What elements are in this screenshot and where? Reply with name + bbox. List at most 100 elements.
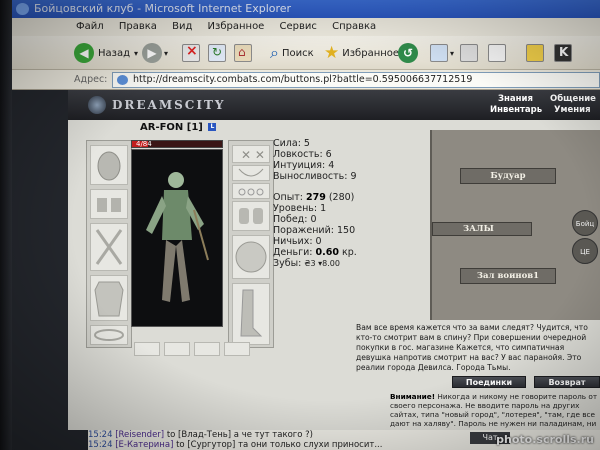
nav-skills[interactable]: Умения bbox=[554, 105, 591, 115]
print-button[interactable] bbox=[460, 40, 478, 66]
sword-icon bbox=[95, 229, 123, 265]
gloves-slot[interactable] bbox=[232, 201, 270, 231]
edit-button[interactable] bbox=[488, 40, 506, 66]
character-nick: AR-FON bbox=[140, 122, 184, 133]
forward-dropdown-icon[interactable]: ▾ bbox=[164, 49, 168, 58]
media-button[interactable]: ↺ bbox=[398, 40, 418, 66]
back-button[interactable]: ◀ Назад ▾ bbox=[74, 40, 138, 66]
notes-icon bbox=[526, 44, 544, 62]
necklace-slot[interactable] bbox=[232, 165, 270, 181]
menu-file[interactable]: Файл bbox=[76, 21, 104, 32]
boots-slot[interactable] bbox=[232, 283, 270, 345]
map-halls[interactable]: ЗАЛЫ bbox=[432, 222, 532, 236]
notes-button[interactable] bbox=[526, 40, 544, 66]
search-button[interactable]: ⌕ Поиск bbox=[270, 40, 314, 66]
mail-dropdown-icon[interactable]: ▾ bbox=[450, 49, 454, 58]
messenger-button[interactable]: K bbox=[554, 40, 572, 66]
money-unit: кр. bbox=[341, 247, 357, 258]
address-url: http://dreamscity.combats.com/buttons.pl… bbox=[133, 74, 473, 85]
search-icon: ⌕ bbox=[270, 43, 279, 62]
character-portrait[interactable] bbox=[131, 149, 223, 327]
chat-text: to [Сургутор] та они только слухи принос… bbox=[173, 440, 383, 450]
printer-icon bbox=[460, 44, 478, 62]
flavor-text: Вам все время кажется что за вами следят… bbox=[356, 323, 588, 372]
armor-slot[interactable] bbox=[90, 275, 128, 321]
address-input[interactable]: http://dreamscity.combats.com/buttons.pl… bbox=[112, 72, 600, 88]
monitor-screen: Бойцовский клуб - Microsoft Internet Exp… bbox=[0, 0, 600, 450]
shield-slot[interactable] bbox=[232, 235, 270, 279]
fights-button[interactable]: Поединки bbox=[452, 376, 526, 388]
inventory-quick-slots bbox=[134, 342, 250, 356]
menu-view[interactable]: Вид bbox=[172, 21, 192, 32]
helmet-slot[interactable] bbox=[90, 145, 128, 185]
hp-value: 4/84 bbox=[136, 140, 152, 148]
stat-experience: Опыт: 279 (280) bbox=[273, 192, 357, 203]
notice-bold: Внимание! bbox=[390, 392, 436, 401]
stat-agility: Ловкость: 6 bbox=[273, 149, 332, 160]
weapon-slot[interactable] bbox=[90, 223, 128, 271]
map-center-circle[interactable]: ЦЕ bbox=[572, 238, 598, 264]
home-button[interactable]: ⌂ bbox=[234, 40, 252, 66]
nav-communication[interactable]: Общение bbox=[550, 94, 596, 104]
belt-slot[interactable] bbox=[90, 325, 128, 345]
nav-inventory[interactable]: Инвентарь bbox=[490, 105, 542, 115]
teeth-label: Зубы: bbox=[273, 258, 302, 269]
exp-next: (280) bbox=[328, 192, 355, 203]
quick-slot-2[interactable] bbox=[164, 342, 190, 356]
quick-slot-1[interactable] bbox=[134, 342, 160, 356]
forward-button[interactable]: ▶ ▾ bbox=[142, 40, 168, 66]
left-equipment-column bbox=[86, 140, 132, 348]
earrings-slot[interactable]: ✕ ✕ bbox=[232, 145, 270, 163]
browser-toolbar: ◀ Назад ▾ ▶ ▾ × ↻ ⌂ ⌕ Поиск ★ Избранное … bbox=[12, 36, 600, 70]
stat-endurance: Выносливость: 9 bbox=[273, 171, 357, 182]
back-dropdown-icon[interactable]: ▾ bbox=[134, 49, 138, 58]
chat-nick[interactable]: [Reisender] bbox=[115, 430, 164, 440]
stop-button[interactable]: × bbox=[182, 40, 200, 66]
stat-teeth: Зубы: ₴3 ▾8.00 bbox=[273, 258, 357, 269]
stat-money: Деньги: 0.60 кр. bbox=[273, 247, 357, 258]
warrior-figure-icon bbox=[146, 172, 209, 302]
armor-icon bbox=[94, 281, 124, 317]
earrings-icon: ✕ ✕ bbox=[241, 148, 265, 162]
menu-favorites[interactable]: Избранное bbox=[208, 21, 265, 32]
quick-slot-3[interactable] bbox=[194, 342, 220, 356]
logo-emblem-icon bbox=[88, 96, 106, 114]
rings-slot[interactable] bbox=[232, 183, 270, 199]
info-badge-icon[interactable]: L bbox=[208, 123, 217, 131]
character-name[interactable]: AR-FON [1] L bbox=[140, 122, 217, 133]
chat-nick[interactable]: [E-Катерина] bbox=[115, 440, 173, 450]
chat-time: 15:24 bbox=[88, 440, 113, 450]
bracers-icon bbox=[97, 198, 121, 212]
nav-knowledge[interactable]: Знания bbox=[498, 94, 533, 104]
password-notice: Внимание! Никогда и никому не говорите п… bbox=[390, 392, 600, 430]
mail-button[interactable]: ▾ bbox=[430, 40, 454, 66]
window-title: Бойцовский клуб - Microsoft Internet Exp… bbox=[34, 2, 292, 15]
menu-tools[interactable]: Сервис bbox=[280, 21, 317, 32]
favorites-button[interactable]: ★ Избранное bbox=[324, 40, 399, 66]
hp-bar: 4/84 bbox=[131, 140, 223, 148]
menu-help[interactable]: Справка bbox=[332, 21, 376, 32]
logo-text: DREAMSCITY bbox=[112, 98, 226, 112]
page-icon bbox=[117, 75, 128, 85]
return-button[interactable]: Возврат bbox=[534, 376, 600, 388]
back-arrow-icon: ◀ bbox=[74, 43, 94, 63]
game-logo: DREAMSCITY bbox=[88, 95, 225, 115]
media-icon: ↺ bbox=[398, 43, 418, 63]
quick-slot-4[interactable] bbox=[224, 342, 250, 356]
svg-text:✕ ✕: ✕ ✕ bbox=[241, 148, 265, 162]
stat-level: Уровень: 1 bbox=[273, 203, 327, 214]
teeth-value: ₴3 ▾8.00 bbox=[304, 259, 340, 268]
map-budoar[interactable]: Будуар bbox=[460, 168, 556, 184]
bracers-slot[interactable] bbox=[90, 189, 128, 219]
belt-icon bbox=[94, 329, 124, 341]
map-warrior-hall[interactable]: Зал воинов1 bbox=[460, 268, 556, 284]
right-equipment-column: ✕ ✕ bbox=[228, 140, 274, 348]
game-page: DREAMSCITY Знания Общение Инвентарь Умен… bbox=[68, 90, 600, 430]
ie-logo-icon bbox=[16, 3, 29, 15]
map-fight-circle[interactable]: Бойц bbox=[572, 210, 598, 236]
menu-edit[interactable]: Правка bbox=[119, 21, 157, 32]
refresh-button[interactable]: ↻ bbox=[208, 40, 226, 66]
necklace-icon bbox=[238, 168, 264, 177]
address-bar: Адрес: http://dreamscity.combats.com/but… bbox=[12, 70, 600, 90]
stat-wins: Побед: 0 bbox=[273, 214, 317, 225]
